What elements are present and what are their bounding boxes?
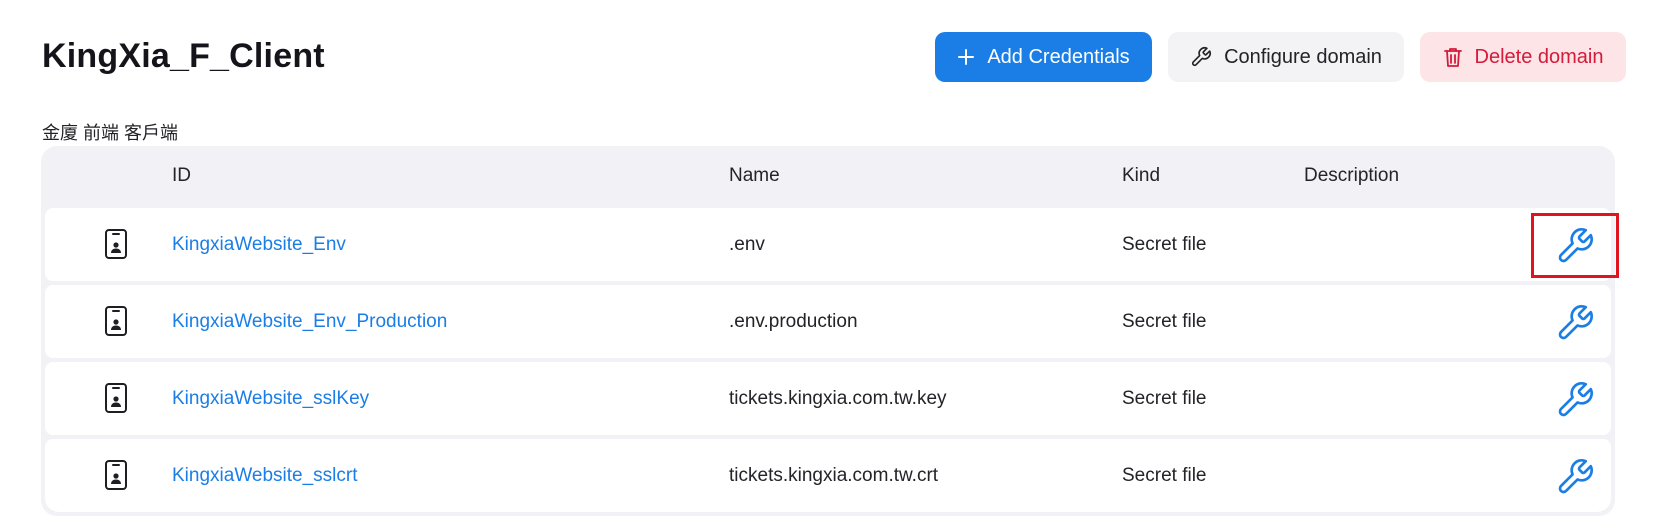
configure-credential-button[interactable] xyxy=(1531,213,1619,278)
credential-kind: Secret file xyxy=(1122,465,1207,486)
phone-id-icon xyxy=(103,459,129,497)
phone-id-icon xyxy=(103,382,129,420)
wrench-icon xyxy=(1558,381,1593,416)
credential-kind: Secret file xyxy=(1122,311,1207,332)
wrench-icon xyxy=(1558,304,1593,339)
table-row: KingxiaWebsite_sslKey tickets.kingxia.co… xyxy=(45,362,1611,435)
table-row: KingxiaWebsite_sslcrt tickets.kingxia.co… xyxy=(45,439,1611,512)
wrench-icon xyxy=(1192,47,1212,67)
domain-description: 金廈 前端 客戶端 xyxy=(42,123,179,143)
configure-credential-button[interactable] xyxy=(1531,290,1619,355)
configure-domain-button[interactable]: Configure domain xyxy=(1168,32,1404,82)
column-header-id[interactable]: ID xyxy=(172,165,191,187)
configure-domain-label: Configure domain xyxy=(1224,45,1382,68)
delete-domain-label: Delete domain xyxy=(1474,45,1604,68)
credential-kind: Secret file xyxy=(1122,388,1207,409)
credential-id-link[interactable]: KingxiaWebsite_Env xyxy=(172,234,346,256)
credential-id-link[interactable]: KingxiaWebsite_Env_Production xyxy=(172,311,447,333)
credentials-domain-page: KingXia_F_Client Add Credentials Configu… xyxy=(0,0,1666,522)
credential-id-link[interactable]: KingxiaWebsite_sslcrt xyxy=(172,465,358,487)
phone-id-icon xyxy=(103,305,129,343)
delete-domain-button[interactable]: Delete domain xyxy=(1420,32,1626,82)
configure-credential-button[interactable] xyxy=(1531,444,1619,509)
credential-name: tickets.kingxia.com.tw.key xyxy=(729,388,947,409)
configure-credential-button[interactable] xyxy=(1531,367,1619,432)
table-row: KingxiaWebsite_Env .env Secret file xyxy=(45,208,1619,281)
page-title: KingXia_F_Client xyxy=(42,37,325,75)
credential-name: .env xyxy=(729,234,765,255)
column-header-name[interactable]: Name xyxy=(729,165,780,187)
wrench-icon xyxy=(1558,458,1593,493)
table-body: KingxiaWebsite_Env .env Secret file King… xyxy=(45,208,1619,512)
credential-name: tickets.kingxia.com.tw.crt xyxy=(729,465,939,486)
table-header: ID Name Kind Description xyxy=(45,146,1611,208)
trash-icon xyxy=(1443,48,1462,67)
plus-icon xyxy=(958,49,975,65)
credential-name: .env.production xyxy=(729,311,858,332)
wrench-icon xyxy=(1558,227,1593,262)
header-actions: Add Credentials Configure domain Delete … xyxy=(935,32,1626,82)
credential-kind: Secret file xyxy=(1122,234,1207,255)
column-header-kind[interactable]: Kind xyxy=(1122,165,1160,187)
credential-id-link[interactable]: KingxiaWebsite_sslKey xyxy=(172,388,369,410)
add-credentials-label: Add Credentials xyxy=(987,45,1130,68)
credentials-table: ID Name Kind Description KingxiaWebsite_… xyxy=(41,146,1619,516)
table-row: KingxiaWebsite_Env_Production .env.produ… xyxy=(45,285,1611,358)
column-header-description[interactable]: Description xyxy=(1304,165,1399,187)
add-credentials-button[interactable]: Add Credentials xyxy=(935,32,1152,82)
phone-id-icon xyxy=(103,228,129,266)
